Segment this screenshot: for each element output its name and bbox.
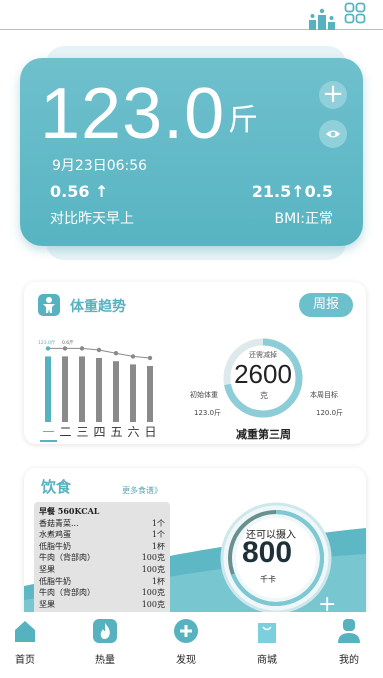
food-item: 香菇青菜... 1个 — [39, 518, 165, 530]
trend-person-icon — [38, 294, 60, 316]
home-icon — [15, 621, 35, 642]
weight-card[interactable]: 123.0 斤 + 9月23日06:56 0.56 ↑ 对比昨天早上 21.5↑… — [20, 58, 363, 246]
food-quantity: 100克 — [141, 553, 165, 563]
shop-bag-icon — [258, 623, 276, 643]
top-bar — [0, 0, 383, 30]
weight-loss-week: 减重第三周 — [236, 428, 291, 441]
day-label[interactable]: 一 — [40, 423, 57, 442]
food-quantity: 100克 — [141, 599, 165, 609]
food-name: 坚果 — [39, 599, 55, 609]
food-quantity: 1个 — [151, 518, 165, 528]
food-item: 水煮鸡蛋 1个 — [39, 529, 165, 541]
meal-list: 早餐 560KCAL 香菇青菜... 1个 水煮鸡蛋 1个 低脂牛奶 1杯 牛肉（背部肉） 10… — [34, 502, 170, 628]
bmi-label: BMI:正常 — [274, 211, 333, 227]
weight-bar — [130, 364, 136, 422]
food-quantity: 1杯 — [151, 576, 165, 586]
scan-icon[interactable] — [344, 2, 366, 24]
bmi-value: 21.5↑0.5 — [251, 182, 333, 201]
nav-discover-label: 发现 — [176, 655, 196, 666]
weight-bar — [62, 356, 68, 422]
toggle-visibility-button[interactable] — [319, 120, 347, 148]
trend-point — [62, 346, 68, 351]
measure-date: 9月23日06:56 — [52, 158, 148, 174]
nav-shop-label: 商城 — [257, 655, 277, 666]
food-name: 低脂牛奶 — [39, 576, 71, 586]
more-recipes-link[interactable]: 更多食谱》 — [122, 485, 162, 496]
nav-profile-label: 我的 — [339, 655, 359, 666]
food-name: 牛肉（背部肉） — [39, 553, 95, 563]
food-name: 低脂牛奶 — [39, 541, 71, 551]
profile-icon — [338, 619, 360, 643]
ranking-icon[interactable] — [307, 8, 337, 30]
trend-title: 体重趋势 — [70, 299, 126, 315]
remaining-weight-value: 2600 — [234, 359, 292, 389]
day-label[interactable]: 五 — [108, 423, 125, 440]
intake-unit: 千卡 — [260, 575, 276, 584]
weight-bar — [147, 366, 153, 422]
weight-bar — [113, 361, 119, 422]
add-weight-button[interactable]: + — [319, 81, 347, 109]
current-weight: 123.0 — [40, 74, 226, 154]
trend-point — [79, 346, 85, 351]
remaining-weight-unit: 克 — [260, 391, 268, 400]
intake-value: 800 — [242, 536, 293, 569]
trend-point — [113, 351, 119, 356]
food-name: 香菇青菜... — [39, 518, 79, 528]
food-name: 牛肉（背部肉） — [39, 588, 95, 598]
day-label[interactable]: 日 — [142, 423, 159, 440]
weight-bar — [96, 358, 102, 422]
initial-weight-label: 初始体重 — [190, 391, 218, 399]
day-labels: 一二三四五六日 — [40, 423, 159, 442]
nav-discover[interactable]: 发现 — [161, 618, 211, 666]
day-label[interactable]: 二 — [57, 423, 74, 440]
day-label[interactable]: 六 — [125, 423, 142, 440]
initial-weight-value: 123.0斤 — [194, 409, 222, 417]
weight-change-value: 0.56 ↑ — [50, 182, 109, 201]
day-label[interactable]: 三 — [74, 423, 91, 440]
weekly-goal-label: 本周目标 — [310, 391, 338, 399]
food-item: 牛肉（背部肉） 100克 — [39, 587, 165, 599]
food-name: 坚果 — [39, 564, 55, 574]
day-label[interactable]: 四 — [91, 423, 108, 440]
bottom-nav: 首页 热量 发现 商城 我的 — [0, 612, 383, 678]
weight-bar — [79, 356, 85, 422]
nav-home-label: 首页 — [15, 655, 35, 666]
nav-shop[interactable]: 商城 — [242, 618, 292, 666]
weight-trend-card[interactable]: 体重趋势 周报 123.0斤 0.6斤 一二三四五六日 还需减掉 2600 克 初… — [24, 282, 366, 444]
bar-top-label: 123.0斤 — [38, 339, 56, 346]
weight-bar — [45, 356, 51, 422]
food-item: 低脂牛奶 1杯 — [39, 576, 165, 588]
trend-point — [96, 347, 102, 353]
weight-change-label: 对比昨天早上 — [50, 211, 134, 227]
nav-home[interactable]: 首页 — [0, 618, 50, 666]
food-item: 坚果 100克 — [39, 564, 165, 576]
trend-point — [45, 346, 51, 351]
food-quantity: 100克 — [141, 588, 165, 598]
meal-header: 早餐 560KCAL — [39, 506, 165, 518]
discover-plus-icon — [174, 619, 198, 643]
weekly-report-button[interactable]: 周报 — [299, 293, 353, 317]
food-item: 低脂牛奶 1杯 — [39, 541, 165, 553]
trend-point — [147, 355, 153, 361]
nav-calories-label: 热量 — [95, 655, 115, 666]
diet-card[interactable]: 饮食 更多食谱》 早餐 560KCAL 香菇青菜... 1个 水煮鸡蛋 1个 低脂牛奶 1杯… — [24, 468, 366, 628]
food-quantity: 1杯 — [151, 541, 165, 551]
weight-unit: 斤 — [228, 103, 258, 138]
plus-icon: + — [322, 79, 344, 109]
food-name: 水煮鸡蛋 — [39, 530, 71, 540]
food-item: 坚果 100克 — [39, 599, 165, 611]
trend-point — [130, 354, 136, 359]
food-quantity: 100克 — [141, 564, 165, 574]
weekly-goal-value: 120.0斤 — [316, 409, 344, 417]
nav-profile[interactable]: 我的 — [324, 618, 374, 666]
nav-calories[interactable]: 热量 — [80, 618, 130, 666]
food-item: 牛肉（背部肉） 100克 — [39, 552, 165, 564]
weekly-weight-bars: 123.0斤 0.6斤 — [38, 339, 153, 422]
calorie-flame-icon — [93, 619, 117, 643]
eye-icon — [326, 130, 340, 138]
food-name: 早餐 560KCAL — [39, 506, 100, 516]
diet-title: 饮食 — [41, 478, 72, 496]
food-quantity: 1个 — [151, 530, 165, 540]
bar-top-label: 0.6斤 — [62, 339, 74, 346]
